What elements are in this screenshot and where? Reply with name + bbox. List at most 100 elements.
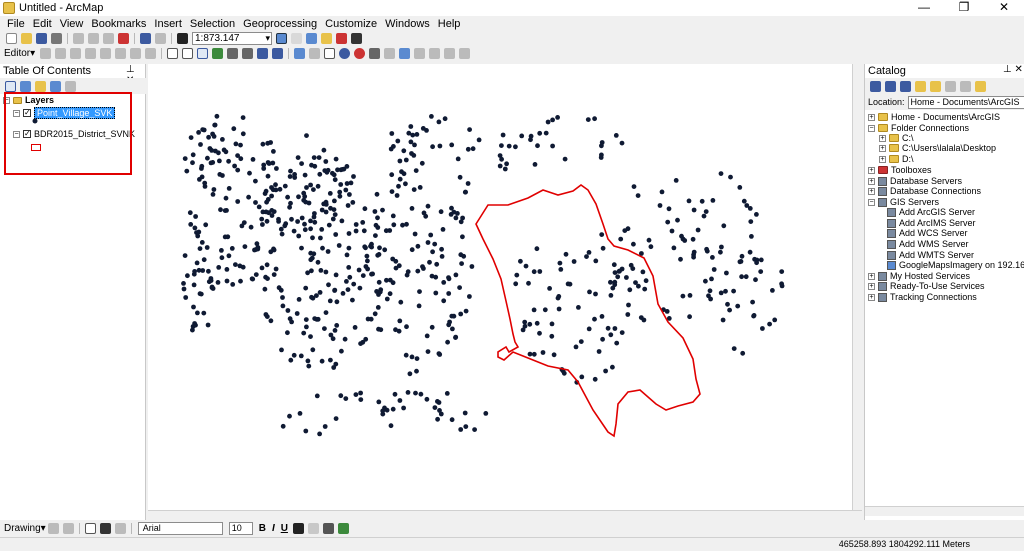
font-size-select[interactable]: 10 xyxy=(228,522,253,535)
arctoolbox-icon[interactable] xyxy=(336,33,347,44)
catalog-item-folder-connections[interactable]: − Folder Connections xyxy=(868,123,969,133)
map-horizontal-scrollbar[interactable] xyxy=(148,510,862,519)
select-elements-icon[interactable] xyxy=(47,523,59,534)
save-icon[interactable] xyxy=(36,33,47,44)
cut-icon[interactable] xyxy=(73,33,84,44)
menu-help[interactable]: Help xyxy=(434,18,465,30)
catalog-item-d-drive[interactable]: + D:\ xyxy=(879,154,914,164)
table-icon[interactable] xyxy=(291,33,302,44)
catalog-item-toolboxes[interactable]: + Toolboxes xyxy=(868,165,932,175)
expand-icon[interactable]: + xyxy=(868,177,875,185)
back-icon[interactable] xyxy=(870,80,881,92)
add-data-icon[interactable] xyxy=(177,33,188,44)
go-to-xy-icon[interactable] xyxy=(429,48,441,59)
marker-color-icon[interactable] xyxy=(337,523,349,534)
catalog-item-googlemaps[interactable]: GoogleMapsImagery on 192.168.1.1 xyxy=(887,260,1024,270)
list-by-visibility-icon[interactable] xyxy=(35,80,46,92)
map-vertical-scrollbar[interactable] xyxy=(852,64,862,510)
catalog-item-gis-servers[interactable]: − GIS Servers xyxy=(868,197,939,207)
rotate-icon[interactable] xyxy=(115,48,127,59)
map-view[interactable] xyxy=(148,64,862,510)
home-icon[interactable] xyxy=(915,80,926,92)
italic-button[interactable]: I xyxy=(272,523,275,534)
text-icon[interactable] xyxy=(99,523,111,534)
maximize-button[interactable]: ❐ xyxy=(944,0,984,16)
time-slider-icon[interactable] xyxy=(444,48,456,59)
catalog-item-add-wms-server[interactable]: Add WMS Server xyxy=(887,239,969,249)
pan-icon[interactable] xyxy=(197,48,209,59)
editor-toolbar-icon[interactable] xyxy=(276,33,287,44)
forward-icon[interactable] xyxy=(885,80,896,92)
collapse-icon[interactable]: − xyxy=(868,124,875,132)
search-window-icon[interactable] xyxy=(321,33,332,44)
new-document-icon[interactable] xyxy=(6,33,17,44)
menu-bookmarks[interactable]: Bookmarks xyxy=(87,18,150,30)
clear-selection-icon[interactable] xyxy=(309,48,321,59)
menu-view[interactable]: View xyxy=(56,18,88,30)
catalog-item-tracking-connections[interactable]: + Tracking Connections xyxy=(868,292,977,302)
select-elements-icon[interactable] xyxy=(324,48,336,59)
location-input[interactable]: Home - Documents\ArcGIS xyxy=(907,95,1024,109)
menu-file[interactable]: File xyxy=(3,18,29,30)
toggle-contents-icon[interactable] xyxy=(945,80,956,92)
font-name-select[interactable]: Arial xyxy=(137,522,223,535)
go-back-icon[interactable] xyxy=(257,48,269,59)
catalog-window-icon[interactable] xyxy=(306,33,317,44)
full-extent-icon[interactable] xyxy=(212,48,224,59)
map-canvas[interactable] xyxy=(148,64,862,510)
fixed-zoom-in-icon[interactable] xyxy=(227,48,239,59)
zoom-in-icon[interactable] xyxy=(167,48,179,59)
paste-icon[interactable] xyxy=(103,33,114,44)
identify-icon[interactable] xyxy=(339,48,351,59)
collapse-icon[interactable]: − xyxy=(868,198,875,206)
underline-button[interactable]: U xyxy=(281,523,288,534)
menu-windows[interactable]: Windows xyxy=(381,18,434,30)
create-viewer-icon[interactable] xyxy=(459,48,471,59)
expand-icon[interactable]: + xyxy=(868,282,875,290)
expand-icon[interactable]: + xyxy=(868,187,875,195)
trace-icon[interactable] xyxy=(85,48,97,59)
edit-vertices-icon[interactable] xyxy=(114,523,126,534)
menu-edit[interactable]: Edit xyxy=(29,18,56,30)
menu-insert[interactable]: Insert xyxy=(150,18,186,30)
drawing-menu[interactable]: Drawing▾ xyxy=(4,523,46,534)
print-icon[interactable] xyxy=(51,33,62,44)
open-icon[interactable] xyxy=(21,33,32,44)
connect-folder-icon[interactable] xyxy=(930,80,941,92)
catalog-item-my-hosted-services[interactable]: + My Hosted Services xyxy=(868,271,970,281)
catalog-pin-close[interactable]: ⊥ ✕ xyxy=(1003,64,1023,75)
select-features-icon[interactable] xyxy=(294,48,306,59)
catalog-item-database-servers[interactable]: + Database Servers xyxy=(868,176,962,186)
close-button[interactable]: ✕ xyxy=(984,0,1024,16)
find-icon[interactable] xyxy=(399,48,411,59)
list-by-drawing-order-icon[interactable] xyxy=(5,80,16,92)
undo-icon[interactable] xyxy=(140,33,151,44)
menu-customize[interactable]: Customize xyxy=(321,18,381,30)
list-by-selection-icon[interactable] xyxy=(50,80,61,92)
fixed-zoom-out-icon[interactable] xyxy=(242,48,254,59)
fill-color-icon[interactable] xyxy=(307,523,319,534)
catalog-item-add-wcs-server[interactable]: Add WCS Server xyxy=(887,228,968,238)
toc-options-icon[interactable] xyxy=(65,80,76,92)
expand-icon[interactable]: + xyxy=(868,113,875,121)
copy-icon[interactable] xyxy=(88,33,99,44)
list-by-source-icon[interactable] xyxy=(20,80,31,92)
edit-tool-icon[interactable] xyxy=(40,48,52,59)
catalog-item-add-arcgis-server[interactable]: Add ArcGIS Server xyxy=(887,207,975,217)
expand-icon[interactable]: + xyxy=(868,272,875,280)
catalog-item-add-arcims-server[interactable]: Add ArcIMS Server xyxy=(887,218,976,228)
zoom-out-icon[interactable] xyxy=(182,48,194,59)
catalog-item-add-wmts-server[interactable]: Add WMTS Server xyxy=(887,250,974,260)
catalog-item-desktop[interactable]: + C:\Users\lalala\Desktop xyxy=(879,143,996,153)
redo-icon[interactable] xyxy=(155,33,166,44)
bold-button[interactable]: B xyxy=(259,523,266,534)
catalog-horizontal-scrollbar[interactable] xyxy=(865,506,1024,516)
minimize-button[interactable]: — xyxy=(904,0,944,16)
menu-geoprocessing[interactable]: Geoprocessing xyxy=(239,18,321,30)
line-color-icon[interactable] xyxy=(322,523,334,534)
go-forward-icon[interactable] xyxy=(272,48,284,59)
python-icon[interactable] xyxy=(351,33,362,44)
attributes-icon[interactable] xyxy=(130,48,142,59)
expand-icon[interactable]: + xyxy=(879,144,886,152)
views-icon[interactable] xyxy=(960,80,971,92)
